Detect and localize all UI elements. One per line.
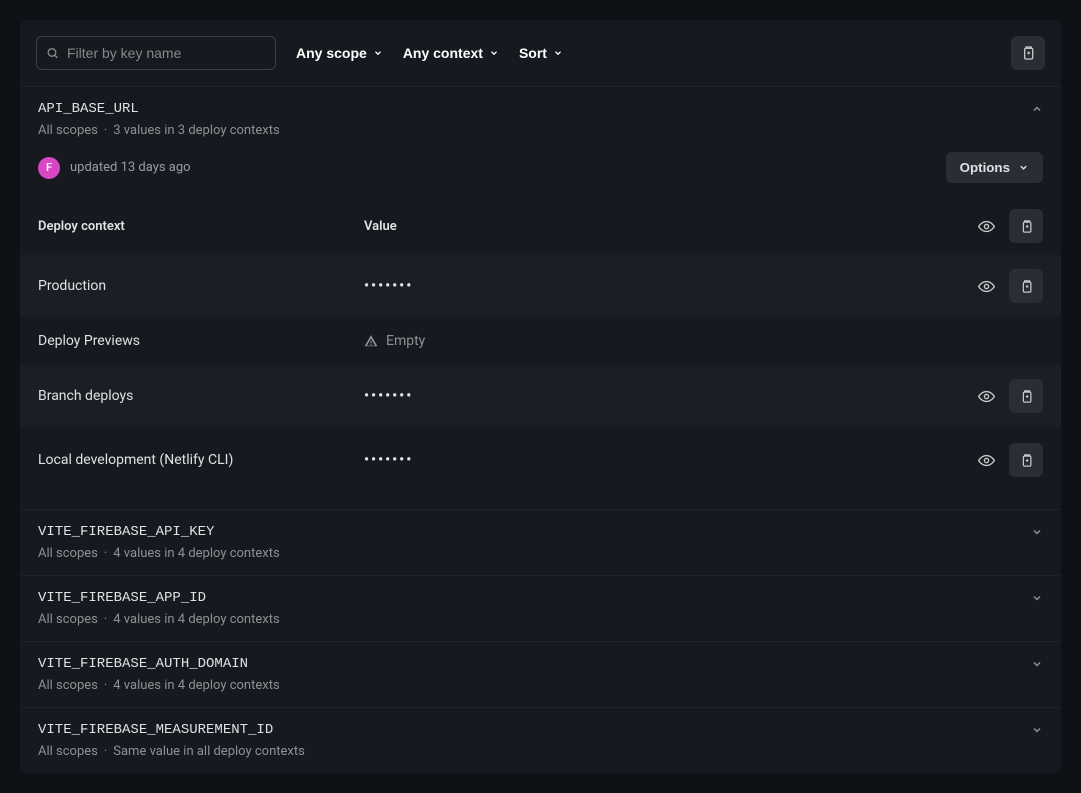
variable-name: VITE_FIREBASE_MEASUREMENT_ID bbox=[38, 722, 305, 738]
chevron-down-icon bbox=[373, 48, 383, 58]
variable-scope: All scopes bbox=[38, 678, 98, 693]
chevron-down-icon bbox=[1031, 658, 1043, 670]
variable-summary: 4 values in 4 deploy contexts bbox=[113, 678, 279, 693]
clipboard-icon bbox=[1020, 45, 1036, 61]
variable-expanded: API_BASE_URL All scopes 3 values in 3 dep… bbox=[20, 86, 1061, 509]
variable-name: API_BASE_URL bbox=[38, 101, 280, 117]
variable-scope: All scopes bbox=[38, 546, 98, 561]
chevron-down-icon bbox=[1031, 592, 1043, 604]
context-filter[interactable]: Any context bbox=[403, 45, 499, 61]
copy-all-values-button[interactable] bbox=[1009, 209, 1043, 243]
column-context: Deploy context bbox=[38, 219, 364, 234]
chevron-up-icon bbox=[1031, 103, 1043, 115]
copy-button[interactable] bbox=[1009, 379, 1043, 413]
table-header: Deploy context Value bbox=[20, 197, 1061, 255]
table-row: Production••••••• bbox=[20, 255, 1061, 317]
options-label: Options bbox=[960, 160, 1010, 175]
reveal-button[interactable] bbox=[971, 445, 1001, 475]
clipboard-icon bbox=[1019, 453, 1034, 468]
chevron-down-icon bbox=[1018, 162, 1029, 173]
options-button[interactable]: Options bbox=[946, 152, 1043, 183]
variable-header[interactable]: VITE_FIREBASE_APP_ID All scopes 4 values i… bbox=[20, 576, 1061, 641]
row-value: ••••••• bbox=[364, 388, 971, 404]
copy-all-button[interactable] bbox=[1011, 36, 1045, 70]
variable-summary: 4 values in 4 deploy contexts bbox=[113, 612, 279, 627]
sort-filter-label: Sort bbox=[519, 45, 547, 61]
column-value: Value bbox=[364, 219, 971, 234]
eye-icon bbox=[978, 278, 995, 295]
variable-collapsed: VITE_FIREBASE_MEASUREMENT_ID All scopes Sa… bbox=[20, 707, 1061, 773]
chevron-down-icon bbox=[1031, 724, 1043, 736]
variable-header[interactable]: VITE_FIREBASE_AUTH_DOMAIN All scopes 4 val… bbox=[20, 642, 1061, 707]
search-wrapper bbox=[36, 36, 276, 70]
avatar: F bbox=[38, 157, 60, 179]
updated-text: updated 13 days ago bbox=[70, 160, 191, 175]
sort-filter[interactable]: Sort bbox=[519, 45, 563, 61]
variable-meta: All scopes 3 values in 3 deploy contexts bbox=[38, 123, 280, 138]
reveal-button[interactable] bbox=[971, 271, 1001, 301]
table-row: Local development (Netlify CLI)••••••• bbox=[20, 429, 1061, 491]
toolbar: Any scope Any context Sort bbox=[20, 20, 1061, 86]
variable-name: VITE_FIREBASE_APP_ID bbox=[38, 590, 280, 606]
variable-header[interactable]: API_BASE_URL All scopes 3 values in 3 dep… bbox=[20, 87, 1061, 152]
table-row: Deploy PreviewsEmpty bbox=[20, 319, 1061, 363]
variable-scope: All scopes bbox=[38, 612, 98, 627]
row-value: Empty bbox=[364, 333, 1043, 349]
chevron-down-icon bbox=[1031, 526, 1043, 538]
variable-meta: All scopes Same value in all deploy conte… bbox=[38, 744, 305, 759]
clipboard-icon bbox=[1019, 389, 1034, 404]
variable-collapsed: VITE_FIREBASE_API_KEY All scopes 4 values … bbox=[20, 509, 1061, 575]
row-context: Production bbox=[38, 278, 364, 294]
clipboard-icon bbox=[1019, 279, 1034, 294]
chevron-down-icon bbox=[553, 48, 563, 58]
search-input[interactable] bbox=[36, 36, 276, 70]
row-context: Deploy Previews bbox=[38, 333, 364, 349]
variable-summary: Same value in all deploy contexts bbox=[113, 744, 305, 759]
row-context: Branch deploys bbox=[38, 388, 364, 404]
chevron-down-icon bbox=[489, 48, 499, 58]
variable-scope: All scopes bbox=[38, 744, 98, 759]
reveal-all-button[interactable] bbox=[971, 211, 1001, 241]
warning-icon bbox=[364, 334, 378, 348]
env-vars-panel: Any scope Any context Sort API_BASE_URL … bbox=[20, 20, 1061, 773]
reveal-button[interactable] bbox=[971, 381, 1001, 411]
variable-summary: 3 values in 3 deploy contexts bbox=[113, 123, 279, 138]
variable-meta: All scopes 4 values in 4 deploy contexts bbox=[38, 612, 280, 627]
scope-filter-label: Any scope bbox=[296, 45, 367, 61]
eye-icon bbox=[978, 388, 995, 405]
eye-icon bbox=[978, 218, 995, 235]
row-value: ••••••• bbox=[364, 278, 971, 294]
update-row: F updated 13 days ago Options bbox=[20, 152, 1061, 197]
variable-meta: All scopes 4 values in 4 deploy contexts bbox=[38, 678, 280, 693]
copy-button[interactable] bbox=[1009, 443, 1043, 477]
copy-button[interactable] bbox=[1009, 269, 1043, 303]
variable-header[interactable]: VITE_FIREBASE_API_KEY All scopes 4 values … bbox=[20, 510, 1061, 575]
row-context: Local development (Netlify CLI) bbox=[38, 452, 364, 468]
search-icon bbox=[46, 47, 59, 60]
variable-collapsed: VITE_FIREBASE_AUTH_DOMAIN All scopes 4 val… bbox=[20, 641, 1061, 707]
clipboard-icon bbox=[1019, 219, 1034, 234]
eye-icon bbox=[978, 452, 995, 469]
table-row: Branch deploys••••••• bbox=[20, 365, 1061, 427]
scope-filter[interactable]: Any scope bbox=[296, 45, 383, 61]
variable-summary: 4 values in 4 deploy contexts bbox=[113, 546, 279, 561]
variable-name: VITE_FIREBASE_AUTH_DOMAIN bbox=[38, 656, 280, 672]
variable-header[interactable]: VITE_FIREBASE_MEASUREMENT_ID All scopes Sa… bbox=[20, 708, 1061, 773]
variable-scope: All scopes bbox=[38, 123, 98, 138]
context-filter-label: Any context bbox=[403, 45, 483, 61]
variable-collapsed: VITE_FIREBASE_APP_ID All scopes 4 values i… bbox=[20, 575, 1061, 641]
row-value: ••••••• bbox=[364, 452, 971, 468]
variable-meta: All scopes 4 values in 4 deploy contexts bbox=[38, 546, 280, 561]
variable-name: VITE_FIREBASE_API_KEY bbox=[38, 524, 280, 540]
